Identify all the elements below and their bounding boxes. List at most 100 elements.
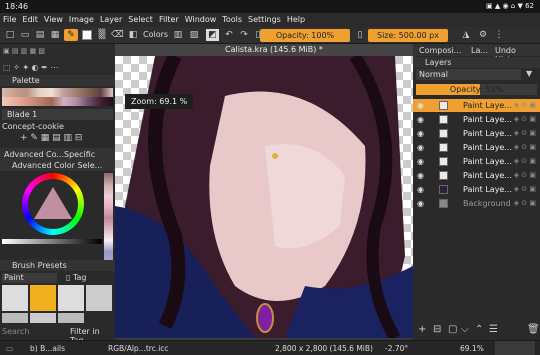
save-icon[interactable]: ▤ [34,29,46,41]
pattern-icon[interactable]: ▒ [96,29,108,41]
zoom-popup: Zoom: 69.1 % [125,94,194,109]
brush-status[interactable]: b) B...ails [30,344,65,353]
menu-help[interactable]: Help [284,13,308,24]
add-layer-icon[interactable]: + [418,324,426,335]
tool-icons-row[interactable]: ▣ ▤ ▥ ▦ ▧ [3,47,45,55]
canvas-area[interactable]: Calista.kra (145.6 MiB) * Zoom: 69.1 % [115,44,413,340]
right-docker: Composi... La... Undo Hist... Layers Nor… [413,44,540,340]
menu-file[interactable]: File [0,13,19,24]
rotation-status[interactable]: -2.70° [385,344,408,353]
brush-preset-3[interactable] [58,285,84,311]
redo-icon[interactable]: ↷ [238,29,250,41]
layer-row-3[interactable]: ◉ Paint Laye... ◈ ⊙ ▣ [413,127,540,140]
color-selector-header: Advanced Color Sele... [0,160,115,171]
brush-preset-7[interactable] [58,313,84,323]
brush-presets-title: Brush Presets [12,261,67,270]
menu-edit[interactable]: Edit [19,13,41,24]
eraser-icon[interactable]: ⌫ [111,29,124,41]
menu-layer[interactable]: Layer [97,13,125,24]
fill-icon[interactable]: ◧ [127,29,139,41]
menu-tools[interactable]: Tools [219,13,245,24]
brush-preset-5[interactable] [2,313,28,323]
layer-row-2[interactable]: ◉ Paint Laye... ◈ ⊙ ▣ [413,113,540,126]
visibility-eye-icon[interactable]: ◉ [417,113,424,126]
undo-icon[interactable]: ↶ [223,29,235,41]
brush-preset-6[interactable] [30,313,56,323]
visibility-eye-icon[interactable]: ◉ [417,99,424,112]
color-history-strip[interactable] [104,173,113,263]
palette-name-dropdown[interactable]: Blade 1 [2,109,113,120]
size-slider[interactable]: Size: 500.00 px [368,29,448,42]
visibility-eye-icon[interactable]: ◉ [417,197,424,210]
filter-icon[interactable]: ▼ [526,69,532,78]
layer-lock-icons[interactable]: ◈ ⊙ ▣ [514,155,536,168]
mirror-icon[interactable]: ◮ [460,29,472,41]
tag-button[interactable]: ▯ Tag [66,273,87,282]
brush-preset-4[interactable] [86,285,112,311]
brush-preset-2[interactable] [30,285,56,311]
swatch-icon[interactable]: ▥ [172,29,184,41]
colorspace-status[interactable]: RGB/Alp...trc.icc [108,344,169,353]
layer-row-6[interactable]: ◉ Paint Laye... ◈ ⊙ ▣ [413,169,540,182]
menu-image[interactable]: Image [66,13,97,24]
tab-compositions[interactable]: Composi... [419,46,461,55]
menu-view[interactable]: View [41,13,66,24]
visibility-eye-icon[interactable]: ◉ [417,169,424,182]
menu-select[interactable]: Select [125,13,156,24]
visibility-eye-icon[interactable]: ◉ [417,127,424,140]
layer-lock-icons[interactable]: ◈ ⊙ ▣ [514,113,536,126]
more-icon[interactable]: ⋮ [493,29,505,41]
menu-settings[interactable]: Settings [245,13,284,24]
palette-swatches[interactable] [2,88,113,106]
colors-label[interactable]: Colors [143,30,168,39]
layer-row-1[interactable]: ◉ Paint Laye... ◈ ⊙ ▣ [413,99,540,112]
delete-layer-icon[interactable]: 🗑 [527,324,540,335]
settings-icon[interactable]: ⚙ [477,29,489,41]
opacity-slider[interactable]: Opacity: 100% [260,29,350,42]
selection-tools-icon[interactable]: ⬚ ✧ ✦ ◐ ✒ ⋯ [3,63,58,72]
brush-filter-dropdown[interactable]: Paint [2,273,57,283]
layer-lock-icons[interactable]: ◈ ⊙ ▣ [514,197,536,210]
zoom-status[interactable]: 69.1% [460,344,484,353]
layer-lock-icons[interactable]: ◈ ⊙ ▣ [514,99,536,112]
layer-properties-icon[interactable]: ☰ [489,324,498,335]
move-down-icon[interactable]: ▢ [448,324,457,335]
layer-row-5[interactable]: ◉ Paint Laye... ◈ ⊙ ▣ [413,155,540,168]
canvas[interactable]: Zoom: 69.1 % [115,56,413,338]
duplicate-layer-icon[interactable]: ⊟ [433,324,441,335]
layer-row-4[interactable]: ◉ Paint Laye... ◈ ⊙ ▣ [413,141,540,154]
menu-filter[interactable]: Filter [156,13,182,24]
layer-lock-icons[interactable]: ◈ ⊙ ▣ [514,169,536,182]
layer-lock-icons[interactable]: ◈ ⊙ ▣ [514,127,536,140]
color-triangle[interactable] [34,187,72,219]
color-wheel[interactable] [22,173,84,235]
brush-preset-1[interactable] [2,285,28,311]
blend-mode-dropdown[interactable]: Normal [416,69,521,80]
value-slider[interactable] [2,239,102,244]
layer-row-7[interactable]: ◉ Paint Laye... ◈ ⊙ ▣ [413,183,540,196]
document-tab[interactable]: Calista.kra (145.6 MiB) * [115,44,413,56]
visibility-eye-icon[interactable]: ◉ [417,141,424,154]
layer-down-icon[interactable]: ⌵ [461,324,469,335]
tab-advanced-color[interactable]: Advanced Co... [4,150,64,159]
brush-editor-icon[interactable]: ▦ [49,29,61,41]
visibility-eye-icon[interactable]: ◉ [417,155,424,168]
open-icon[interactable]: ▭ [19,29,31,41]
zoom-slider[interactable] [495,341,535,355]
gradient-icon[interactable]: ▨ [188,29,200,41]
palette-tools-icon[interactable]: + ✎ ▦ ▤ ▥ ⊟ [20,133,82,143]
layer-row-background[interactable]: ◉ Background ◈ ⊙ ▣ [413,197,540,210]
layer-lock-icons[interactable]: ◈ ⊙ ▣ [514,141,536,154]
tab-layers[interactable]: La... [471,46,488,55]
new-document-icon[interactable]: □ [4,29,16,41]
layer-opacity-slider[interactable]: Opacity: 53% [416,84,537,95]
layer-up-icon[interactable]: ⌃ [475,324,483,335]
menu-window[interactable]: Window [182,13,220,24]
foreground-color-swatch[interactable] [82,30,92,40]
brush-tool-icon[interactable]: ✎ [64,29,78,41]
visibility-eye-icon[interactable]: ◉ [417,183,424,196]
brush-search-input[interactable]: Search [2,327,62,337]
layer-lock-icons[interactable]: ◈ ⊙ ▣ [514,183,536,196]
wrap-icon[interactable]: ◩ [206,29,219,41]
layer-thumbnail [439,157,448,166]
